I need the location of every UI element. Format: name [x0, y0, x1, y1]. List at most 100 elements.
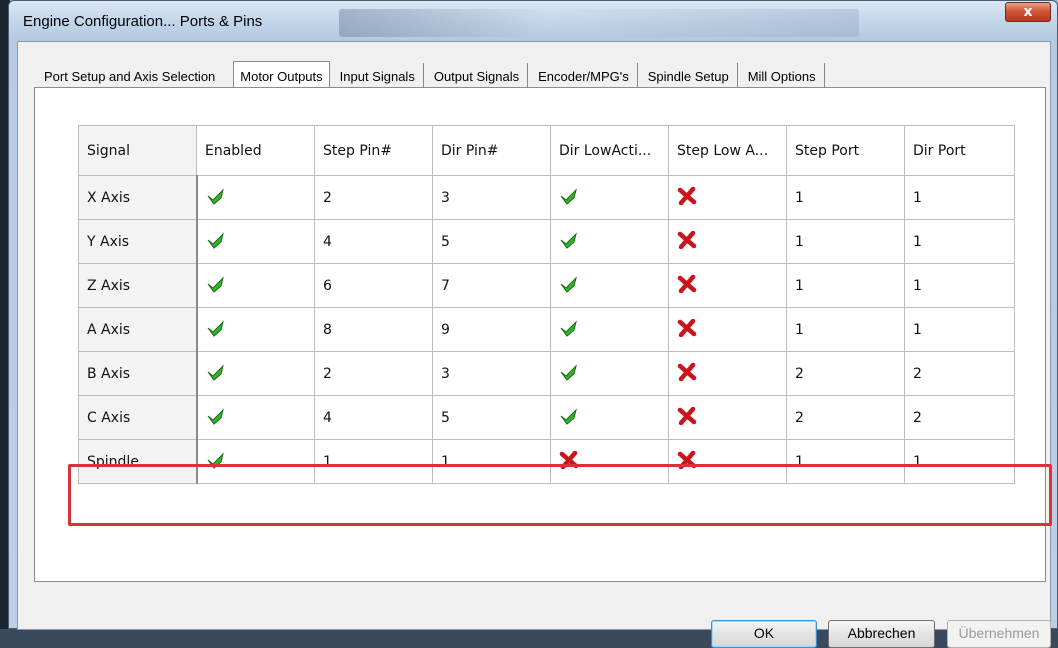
- tab-encoder-mpg-s[interactable]: Encoder/MPG's: [530, 63, 638, 88]
- table-cell-dir-port[interactable]: 1: [904, 175, 1015, 220]
- table-cell-dir-low-active[interactable]: [550, 439, 669, 484]
- table-cell-dir-pin[interactable]: 9: [432, 307, 551, 352]
- table-cell-dir-port[interactable]: 1: [904, 219, 1015, 264]
- table-cell-step-low-active[interactable]: [668, 351, 787, 396]
- red-x-icon: [559, 450, 579, 469]
- table-cell-dir-port[interactable]: 1: [904, 439, 1015, 484]
- column-header[interactable]: Step Pin#: [314, 125, 433, 176]
- red-x-icon: [677, 230, 697, 249]
- table-row[interactable]: Y Axis 4 5 1 1: [78, 219, 1015, 264]
- title-bar[interactable]: Engine Configuration... Ports & Pins x: [9, 1, 1057, 41]
- table-cell-dir-pin[interactable]: 5: [432, 395, 551, 440]
- table-cell-step-low-active[interactable]: [668, 175, 787, 220]
- table-cell-dir-pin[interactable]: 5: [432, 219, 551, 264]
- table-cell-dir-port[interactable]: 1: [904, 263, 1015, 308]
- dialog-client: Port Setup and Axis Selection Motor Outpu…: [17, 41, 1052, 648]
- table-cell-enabled[interactable]: [196, 439, 315, 484]
- table-cell-dir-low-active[interactable]: [550, 307, 669, 352]
- row-signal-name[interactable]: B Axis: [78, 351, 198, 396]
- table-cell-dir-low-active[interactable]: [550, 175, 669, 220]
- table-row[interactable]: B Axis 2 3 2 2: [78, 351, 1015, 396]
- table-cell-step-port[interactable]: 2: [786, 395, 905, 440]
- column-header[interactable]: Dir LowActi...: [550, 125, 669, 176]
- green-check-icon: [206, 363, 226, 381]
- table-cell-step-port[interactable]: 1: [786, 175, 905, 220]
- table-row[interactable]: X Axis 2 3 1 1: [78, 175, 1015, 220]
- table-cell-dir-port[interactable]: 1: [904, 307, 1015, 352]
- table-cell-enabled[interactable]: [196, 351, 315, 396]
- row-signal-name[interactable]: Spindle: [78, 439, 198, 484]
- table-cell-step-port[interactable]: 1: [786, 219, 905, 264]
- tab-input-signals[interactable]: Input Signals: [332, 63, 424, 88]
- table-cell-dir-pin[interactable]: 3: [432, 175, 551, 220]
- table-cell-step-port[interactable]: 2: [786, 351, 905, 396]
- cancel-button[interactable]: Abbrechen: [828, 620, 935, 648]
- table-cell-dir-low-active[interactable]: [550, 263, 669, 308]
- green-check-icon: [206, 319, 226, 337]
- tab-spindle-setup[interactable]: Spindle Setup: [640, 63, 738, 88]
- table-cell-step-pin[interactable]: 4: [314, 395, 433, 440]
- table-cell-step-port[interactable]: 1: [786, 307, 905, 352]
- table-cell-step-pin[interactable]: 2: [314, 175, 433, 220]
- table-cell-enabled[interactable]: [196, 395, 315, 440]
- green-check-icon: [206, 451, 226, 469]
- table-cell-dir-port[interactable]: 2: [904, 395, 1015, 440]
- column-header[interactable]: Dir Port: [904, 125, 1015, 176]
- table-cell-dir-port[interactable]: 2: [904, 351, 1015, 396]
- tab-mill-options[interactable]: Mill Options: [740, 63, 825, 88]
- table-cell-step-port[interactable]: 1: [786, 439, 905, 484]
- tab-output-signals[interactable]: Output Signals: [426, 63, 529, 88]
- tab-port-setup-and-axis-selection[interactable]: Port Setup and Axis Selection: [38, 63, 223, 88]
- table-cell-dir-low-active[interactable]: [550, 395, 669, 440]
- tab-motor-outputs[interactable]: Motor Outputs: [233, 61, 330, 89]
- close-button[interactable]: x: [1005, 2, 1051, 22]
- table-cell-step-low-active[interactable]: [668, 439, 787, 484]
- table-cell-step-pin[interactable]: 8: [314, 307, 433, 352]
- table-row[interactable]: Z Axis 6 7 1 1: [78, 263, 1015, 308]
- table-cell-step-pin[interactable]: 1: [314, 439, 433, 484]
- column-header[interactable]: Dir Pin#: [432, 125, 551, 176]
- table-cell-step-low-active[interactable]: [668, 395, 787, 440]
- green-check-icon: [206, 187, 226, 205]
- green-check-icon: [559, 275, 579, 293]
- row-signal-name[interactable]: Y Axis: [78, 219, 198, 264]
- table-cell-dir-pin[interactable]: 3: [432, 351, 551, 396]
- table-cell-step-low-active[interactable]: [668, 219, 787, 264]
- close-icon: x: [1023, 4, 1033, 20]
- table-cell-step-pin[interactable]: 2: [314, 351, 433, 396]
- green-check-icon: [559, 407, 579, 425]
- table-cell-dir-low-active[interactable]: [550, 219, 669, 264]
- table-cell-enabled[interactable]: [196, 175, 315, 220]
- table-row[interactable]: Spindle 1 1 1 1: [78, 439, 1015, 484]
- motor-outputs-page: Signal Enabled Step Pin# Dir Pin# Dir LowAct…: [34, 87, 1046, 582]
- table-row[interactable]: C Axis 4 5 2 2: [78, 395, 1015, 440]
- ok-button[interactable]: OK: [711, 620, 817, 648]
- column-header[interactable]: Enabled: [196, 125, 315, 176]
- table-cell-step-low-active[interactable]: [668, 263, 787, 308]
- table-cell-step-pin[interactable]: 6: [314, 263, 433, 308]
- table-cell-step-port[interactable]: 1: [786, 263, 905, 308]
- table-cell-step-low-active[interactable]: [668, 307, 787, 352]
- row-signal-name[interactable]: Z Axis: [78, 263, 198, 308]
- table-cell-dir-pin[interactable]: 1: [432, 439, 551, 484]
- row-signal-name[interactable]: A Axis: [78, 307, 198, 352]
- green-check-icon: [559, 363, 579, 381]
- table-cell-enabled[interactable]: [196, 219, 315, 264]
- table-cell-step-pin[interactable]: 4: [314, 219, 433, 264]
- red-x-icon: [677, 274, 697, 293]
- tab-strip: Port Setup and Axis Selection Motor Outpu…: [38, 61, 827, 89]
- row-signal-name[interactable]: X Axis: [78, 175, 198, 220]
- table-cell-enabled[interactable]: [196, 263, 315, 308]
- table-cell-dir-low-active[interactable]: [550, 351, 669, 396]
- red-x-icon: [677, 450, 697, 469]
- column-header[interactable]: Step Low A...: [668, 125, 787, 176]
- table-row[interactable]: A Axis 8 9 1 1: [78, 307, 1015, 352]
- green-check-icon: [559, 319, 579, 337]
- motor-outputs-table: Signal Enabled Step Pin# Dir Pin# Dir LowAct…: [78, 125, 1015, 484]
- table-cell-dir-pin[interactable]: 7: [432, 263, 551, 308]
- column-header[interactable]: Step Port: [786, 125, 905, 176]
- column-header[interactable]: Signal: [78, 125, 197, 176]
- apply-button[interactable]: Übernehmen: [947, 620, 1051, 648]
- table-cell-enabled[interactable]: [196, 307, 315, 352]
- row-signal-name[interactable]: C Axis: [78, 395, 198, 440]
